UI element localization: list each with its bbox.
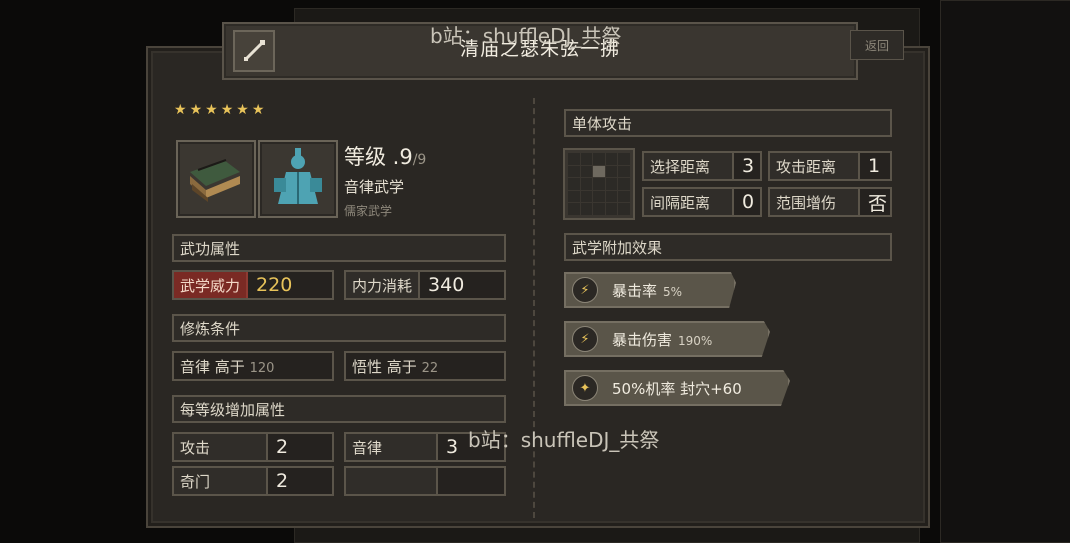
requirement-value: 120 <box>249 360 275 376</box>
section-per-level: 每等级增加属性 <box>172 395 506 423</box>
back-button[interactable]: 返回 <box>850 30 904 60</box>
requirement-item: 悟性 高于 22 <box>344 351 506 381</box>
lightning-icon: ⚡ <box>572 326 598 352</box>
section-requirements: 修炼条件 <box>172 314 506 342</box>
aoe-bonus-value: 否 <box>868 192 888 215</box>
effect-value: 5% <box>663 284 683 299</box>
section-extra-effects: 武学附加效果 <box>564 233 892 261</box>
character-portrait-slot[interactable] <box>258 140 338 218</box>
skill-school: 儒家武学 <box>344 204 393 218</box>
interval-field: 间隔距离 0 <box>642 187 762 217</box>
effect-crit-damage: ⚡ 暴击伤害 190% <box>564 321 770 357</box>
watermark-center: b站：shuffleDJ_共祭 <box>468 428 660 452</box>
attack-range-value: 1 <box>868 155 881 177</box>
requirement-item: 音律 高于 120 <box>172 351 334 381</box>
acupoint-icon: ✦ <box>572 375 598 401</box>
stat-label: 奇门 <box>174 468 268 494</box>
star-icon: ★ <box>189 102 203 118</box>
attack-range-label: 攻击距离 <box>770 153 860 179</box>
power-value: 220 <box>256 274 293 296</box>
section-single-attack: 单体攻击 <box>564 109 892 137</box>
star-icon: ★ <box>220 102 234 118</box>
stat-value: 2 <box>276 436 289 458</box>
stat-value: 2 <box>276 470 289 492</box>
aoe-bonus-label: 范围增伤 <box>770 189 860 215</box>
star-icon: ★ <box>251 102 265 118</box>
interval-label: 间隔距离 <box>644 189 734 215</box>
effect-crit-rate: ⚡ 暴击率 5% <box>564 272 736 308</box>
select-range-label: 选择距离 <box>644 153 734 179</box>
requirement-label: 音律 高于 <box>180 357 245 376</box>
attack-range-grid <box>563 148 635 220</box>
power-label: 武学威力 <box>174 272 249 298</box>
effect-text: 暴击伤害 <box>612 330 673 349</box>
star-icon: ★ <box>174 102 187 118</box>
effect-seal-acupoint: ✦ 50%机率 封穴+60 <box>564 370 790 406</box>
attack-range-field: 攻击距离 1 <box>768 151 892 181</box>
stat-label <box>346 468 438 494</box>
effect-text: 暴击率 <box>612 281 658 300</box>
cost-value: 340 <box>428 274 465 296</box>
skill-category: 音律武学 <box>344 178 405 196</box>
lightning-icon: ⚡ <box>572 277 598 303</box>
column-divider <box>533 98 535 518</box>
aoe-bonus-field: 范围增伤 否 <box>768 187 892 217</box>
requirement-value: 22 <box>421 360 439 376</box>
per-level-stat: 奇门 2 <box>172 466 334 496</box>
stat-label: 攻击 <box>174 434 268 460</box>
watermark-top: b站：shuffleDJ_共祭 <box>430 24 622 48</box>
cost-label: 内力消耗 <box>346 272 421 298</box>
stat-label: 音律 <box>346 434 438 460</box>
interval-value: 0 <box>742 191 755 213</box>
background-sidebar <box>940 0 1070 543</box>
book-icon <box>190 159 240 202</box>
requirement-label: 悟性 高于 <box>352 357 417 376</box>
star-rating: ★ ★ ★ ★ ★ ★ <box>174 102 264 118</box>
cost-field: 内力消耗 340 <box>344 270 506 300</box>
instrument-icon <box>233 30 275 72</box>
skill-level: 等级 .9/9 <box>344 145 427 169</box>
section-attributes: 武功属性 <box>172 234 506 262</box>
select-range-value: 3 <box>742 155 755 177</box>
scholar-portrait-icon <box>274 148 322 204</box>
effect-text: 50%机率 封穴+60 <box>612 379 742 398</box>
effect-value: 190% <box>678 333 713 348</box>
skill-book-slot[interactable] <box>176 140 256 218</box>
per-level-stat-empty <box>344 466 506 496</box>
power-field: 武学威力 220 <box>172 270 334 300</box>
select-range-field: 选择距离 3 <box>642 151 762 181</box>
star-icon: ★ <box>236 102 249 118</box>
stat-value: 3 <box>446 436 459 458</box>
star-icon: ★ <box>205 102 218 118</box>
per-level-stat: 攻击 2 <box>172 432 334 462</box>
